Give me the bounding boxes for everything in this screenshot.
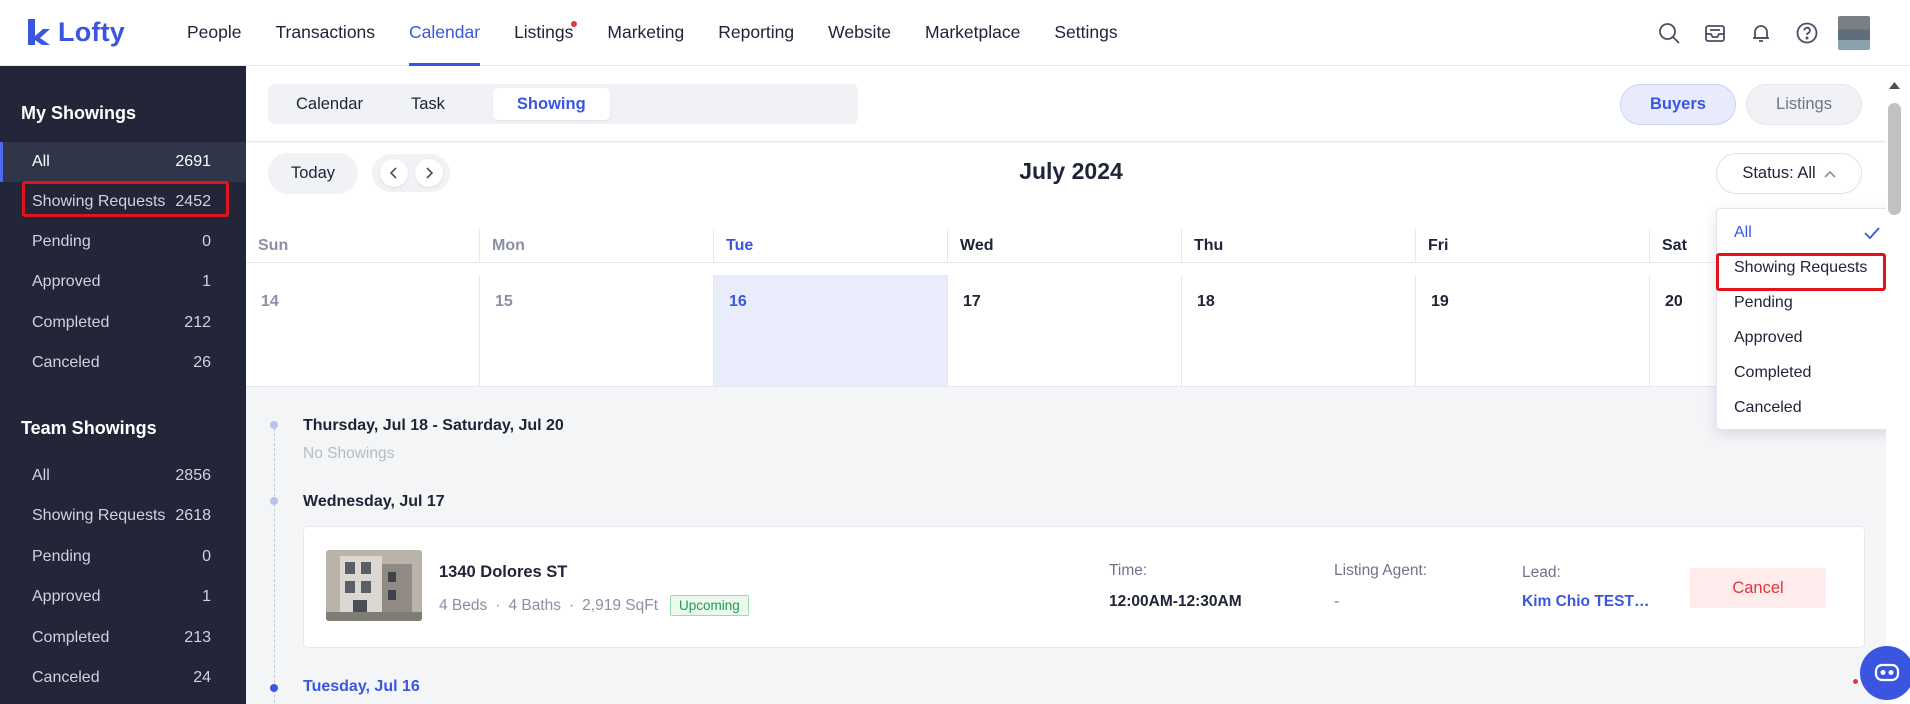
cancel-showing-button[interactable]: Cancel (1690, 568, 1826, 608)
showing-card[interactable]: 1340 Dolores ST 4 Beds · 4 Baths · 2,919… (303, 526, 1865, 648)
nav-website[interactable]: Website (811, 0, 908, 66)
timeline-line (274, 428, 275, 704)
scrollbar-thumb[interactable] (1888, 103, 1901, 215)
lofty-logo[interactable]: Lofty (26, 16, 125, 48)
sqft-text: 2,919 SqFt (582, 596, 658, 614)
chat-bot-icon (1874, 663, 1900, 682)
main-content: Calendar Task Showing Buyers Listings To… (246, 66, 1896, 704)
tab-task[interactable]: Task (387, 88, 469, 120)
lead-link[interactable]: Kim Chio TEST ... (1522, 593, 1650, 611)
separator-dot: · (569, 596, 575, 614)
baths-text: 4 Baths (508, 596, 561, 614)
listing-agent-label: Listing Agent: (1334, 562, 1428, 579)
view-toolbar: Calendar Task Showing Buyers Listings (246, 66, 1896, 142)
search-icon[interactable] (1654, 18, 1684, 48)
main-nav: People Transactions Calendar Listings Ma… (170, 0, 1135, 66)
day-cells-row: 14 15 16 17 18 19 20 (246, 275, 1896, 387)
day-cell[interactable]: 15 (480, 275, 714, 386)
top-navigation-bar: Lofty People Transactions Calendar Listi… (0, 0, 1910, 66)
no-showings-text: No Showings (303, 445, 395, 462)
nav-reporting[interactable]: Reporting (701, 0, 811, 66)
day-cell[interactable]: 19 (1416, 275, 1650, 386)
weekday-thu: Thu (1182, 229, 1416, 262)
sidebar-my-pending[interactable]: Pending 0 (0, 222, 246, 262)
nav-people[interactable]: People (170, 0, 259, 66)
status-badge: Upcoming (670, 595, 749, 616)
team-showings-title: Team Showings (21, 418, 157, 438)
help-icon[interactable] (1792, 18, 1822, 48)
nav-transactions[interactable]: Transactions (259, 0, 393, 66)
sidebar-team-pending[interactable]: Pending 0 (0, 537, 246, 577)
highlight-box (1716, 253, 1886, 291)
month-title: July 2024 (1019, 158, 1123, 184)
weekday-mon: Mon (480, 229, 714, 262)
sidebar-my-approved[interactable]: Approved 1 (0, 262, 246, 302)
sidebar-team-completed[interactable]: Completed 213 (0, 618, 246, 658)
notification-dot (571, 21, 578, 27)
timeline-dot (270, 684, 278, 692)
sidebar-team-approved[interactable]: Approved 1 (0, 577, 246, 617)
scroll-up-arrow-icon[interactable] (1888, 80, 1901, 90)
highlight-box (22, 181, 229, 217)
status-option-all[interactable]: All (1717, 215, 1897, 250)
tab-showing[interactable]: Showing (492, 88, 610, 120)
user-avatar[interactable] (1838, 16, 1870, 50)
status-dropdown-menu: All Showing Requests Pending Approved Co… (1716, 208, 1896, 430)
notification-dot (1851, 677, 1860, 686)
separator-dot: · (495, 596, 501, 614)
lead-label: Lead: (1522, 564, 1561, 581)
weekday-sun: Sun (246, 229, 480, 262)
sidebar-my-canceled[interactable]: Canceled 26 (0, 343, 246, 383)
day-cell-today[interactable]: 16 (714, 275, 948, 386)
sidebar-my-all[interactable]: All 2691 (0, 142, 246, 182)
tab-calendar[interactable]: Calendar (272, 88, 387, 120)
nav-calendar[interactable]: Calendar (392, 0, 497, 66)
nav-marketing[interactable]: Marketing (590, 0, 701, 66)
time-value: 12:00AM-12:30AM (1109, 593, 1242, 610)
timeline-dot (270, 421, 278, 429)
top-icons (1654, 16, 1870, 50)
bell-icon[interactable] (1746, 18, 1776, 48)
showings-sidebar: My Showings All 2691 Showing Requests 2452… (0, 66, 246, 704)
chevron-up-icon (1824, 170, 1836, 178)
weekday-wed: Wed (948, 229, 1182, 262)
timeline-group-title: Tuesday, Jul 16 (303, 678, 420, 695)
lofty-logo-icon (28, 19, 50, 45)
nav-settings[interactable]: Settings (1037, 0, 1134, 66)
app-name: Lofty (58, 16, 125, 47)
nav-marketplace[interactable]: Marketplace (908, 0, 1037, 66)
my-showings-title: My Showings (21, 103, 137, 123)
sidebar-team-canceled[interactable]: Canceled 24 (0, 658, 246, 698)
property-meta: 4 Beds · 4 Baths · 2,919 SqFt Upcoming (439, 595, 749, 616)
day-cell[interactable]: 17 (948, 275, 1182, 386)
status-option-canceled[interactable]: Canceled (1717, 390, 1897, 425)
timeline-group-title: Thursday, Jul 18 - Saturday, Jul 20 (303, 417, 564, 434)
status-option-completed[interactable]: Completed (1717, 355, 1897, 390)
weekday-header: Sun Mon Tue Wed Thu Fri Sat (246, 229, 1896, 263)
day-cell[interactable]: 18 (1182, 275, 1416, 386)
listings-toggle[interactable]: Listings (1746, 84, 1862, 125)
time-label: Time: (1109, 562, 1148, 579)
status-filter-label: Status: All (1742, 164, 1816, 182)
sidebar-my-completed[interactable]: Completed 212 (0, 303, 246, 343)
weekday-tue: Tue (714, 229, 948, 262)
status-filter-button[interactable]: Status: All (1716, 153, 1862, 194)
sidebar-team-all[interactable]: All 2856 (0, 456, 246, 496)
property-address[interactable]: 1340 Dolores ST (439, 563, 567, 582)
weekday-fri: Fri (1416, 229, 1650, 262)
buyers-toggle[interactable]: Buyers (1620, 84, 1736, 125)
support-chat-button[interactable] (1860, 646, 1910, 700)
beds-text: 4 Beds (439, 596, 488, 614)
nav-listings[interactable]: Listings (497, 0, 590, 66)
sidebar-team-showing-requests[interactable]: Showing Requests 2618 (0, 496, 246, 536)
check-icon (1864, 226, 1880, 239)
inbox-icon[interactable] (1700, 18, 1730, 48)
listing-agent-value: - (1334, 593, 1340, 610)
view-tabs: Calendar Task Showing (268, 84, 858, 124)
property-photo (326, 550, 422, 621)
day-cell[interactable]: 14 (246, 275, 480, 386)
timeline-dot (270, 497, 278, 505)
timeline-group-title: Wednesday, Jul 17 (303, 493, 445, 510)
status-option-approved[interactable]: Approved (1717, 320, 1897, 355)
